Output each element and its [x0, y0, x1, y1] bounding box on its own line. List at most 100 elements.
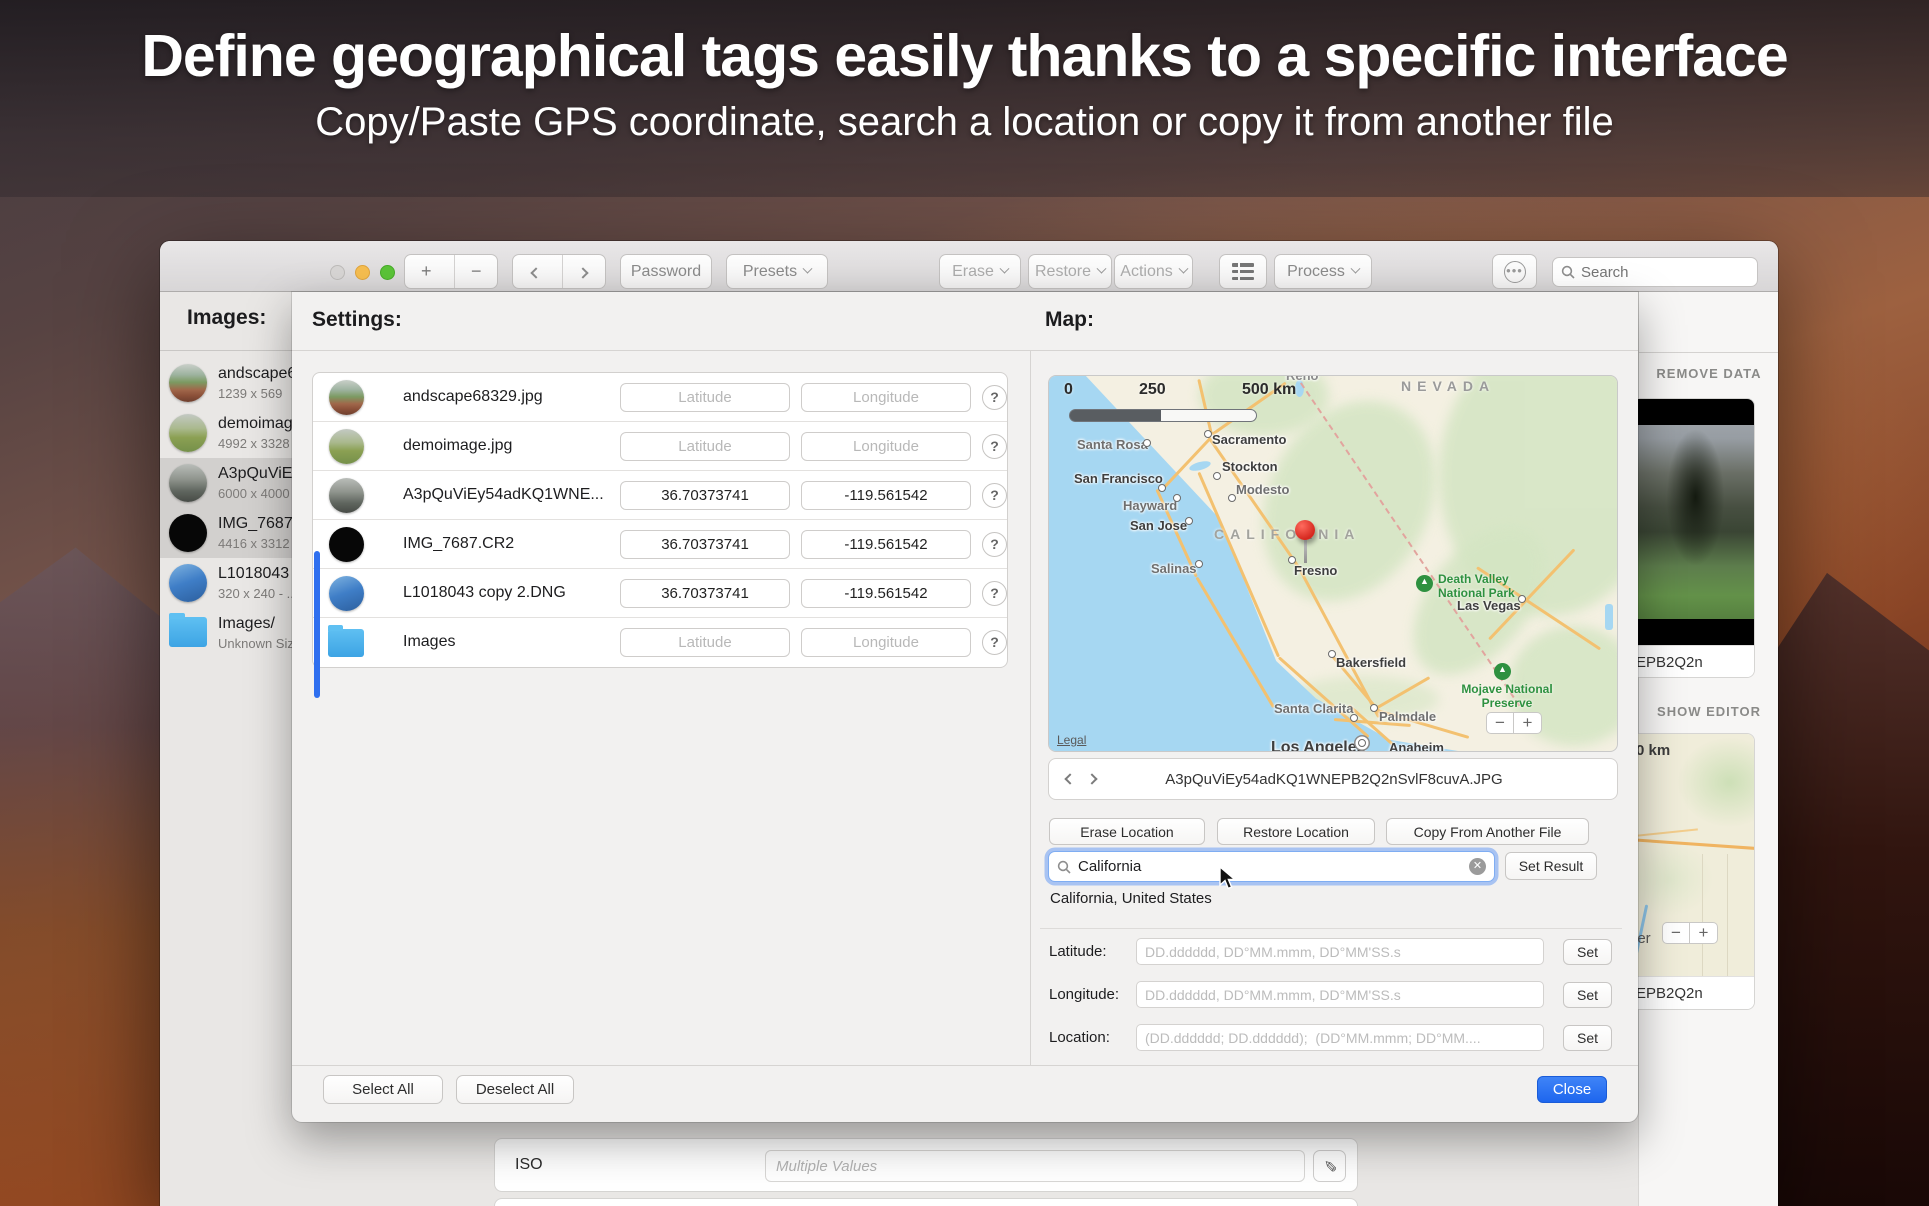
location-search-input[interactable]: [1078, 858, 1462, 875]
map-road: [1727, 854, 1728, 976]
list-icon: [1232, 263, 1254, 280]
sidebar-item-demoimage[interactable]: demoimage.jpg 4992 x 3328: [160, 408, 292, 458]
photo-preview: [1632, 399, 1754, 645]
chevron-down-icon: [1350, 264, 1360, 274]
forward-button[interactable]: [562, 255, 605, 288]
close-button[interactable]: Close: [1537, 1076, 1607, 1103]
zoom-in-button[interactable]: +: [1690, 922, 1718, 944]
divider: [160, 350, 292, 351]
table-row[interactable]: Images ?: [313, 618, 1007, 667]
divider: [292, 350, 1638, 351]
set-result-button[interactable]: Set Result: [1505, 852, 1597, 880]
clear-search-icon[interactable]: ✕: [1469, 858, 1486, 875]
select-all-button[interactable]: Select All: [323, 1075, 443, 1104]
files-table: andscape68329.jpg ? demoimage.jpg ? A3pQ…: [312, 372, 1008, 668]
map-view[interactable]: NEVADA CALIFORNIA Reno Santa Rosa Sacram…: [1048, 375, 1618, 752]
sidebar-item-img7687[interactable]: IMG_7687.CR2 4416 x 3312: [160, 508, 292, 558]
minimize-window-button[interactable]: [355, 265, 370, 280]
iso-input[interactable]: [765, 1150, 1305, 1182]
legal-link[interactable]: Legal: [1057, 733, 1086, 747]
zoom-window-button[interactable]: [380, 265, 395, 280]
more-options-button[interactable]: •••: [1492, 254, 1537, 289]
search-result-text[interactable]: California, United States: [1050, 890, 1212, 907]
table-row[interactable]: andscape68329.jpg ?: [313, 373, 1007, 422]
remove-files-button[interactable]: −: [454, 255, 497, 288]
add-files-button[interactable]: +: [405, 255, 447, 288]
city-dot: [1350, 714, 1358, 722]
longitude-entry-input[interactable]: [1136, 981, 1544, 1008]
help-button[interactable]: ?: [982, 385, 1007, 410]
metadata-list-button[interactable]: [1219, 254, 1267, 289]
password-button[interactable]: Password: [620, 254, 712, 289]
table-row[interactable]: L1018043 copy 2.DNG ?: [313, 569, 1007, 618]
iso-row: ISO: [494, 1138, 1358, 1192]
zoom-out-button[interactable]: −: [1662, 922, 1690, 944]
latitude-input[interactable]: [620, 628, 790, 657]
latitude-input[interactable]: [620, 432, 790, 461]
longitude-input[interactable]: [801, 628, 971, 657]
set-longitude-button[interactable]: Set: [1563, 982, 1612, 1008]
city-dot: [1204, 430, 1212, 438]
erase-location-button[interactable]: Erase Location: [1049, 818, 1205, 845]
close-window-button[interactable]: [330, 265, 345, 280]
location-pin[interactable]: [1295, 520, 1315, 566]
longitude-input[interactable]: [801, 432, 971, 461]
presets-dropdown[interactable]: Presets: [726, 254, 828, 289]
location-search-field[interactable]: ✕: [1048, 851, 1495, 882]
latitude-input[interactable]: [620, 383, 790, 412]
table-row[interactable]: A3pQuViEy54adKQ1WNE... ?: [313, 471, 1007, 520]
sidebar-item-l1018043[interactable]: L1018043 copy 2.DNG 320 x 240 - ...: [160, 558, 292, 608]
restore-location-button[interactable]: Restore Location: [1217, 818, 1375, 845]
back-button[interactable]: [513, 255, 555, 288]
copy-from-file-button[interactable]: Copy From Another File: [1386, 818, 1589, 845]
erase-dropdown[interactable]: Erase: [939, 254, 1021, 289]
help-button[interactable]: ?: [982, 532, 1007, 557]
sidebar-item-images-folder[interactable]: Images/ Unknown Size: [160, 608, 292, 658]
iso-label: ISO: [515, 1156, 543, 1174]
actions-dropdown[interactable]: Actions: [1114, 254, 1193, 289]
table-row[interactable]: demoimage.jpg ?: [313, 422, 1007, 471]
set-location-button[interactable]: Set: [1563, 1025, 1612, 1051]
longitude-input[interactable]: [801, 530, 971, 559]
map-zoom-controls: − +: [1486, 712, 1542, 734]
edit-icon[interactable]: [1313, 1150, 1346, 1182]
restore-dropdown[interactable]: Restore: [1028, 254, 1112, 289]
latitude-input[interactable]: [620, 579, 790, 608]
location-entry-input[interactable]: [1136, 1024, 1544, 1051]
map-scale-0: 0: [1064, 381, 1073, 399]
process-dropdown[interactable]: Process: [1274, 254, 1372, 289]
file-name: andscape68329.jpg: [403, 388, 543, 406]
latitude-entry-input[interactable]: [1136, 938, 1544, 965]
file-name: demoimage.jpg: [218, 415, 292, 433]
chevron-down-icon: [803, 264, 813, 274]
longitude-input[interactable]: [801, 481, 971, 510]
deselect-all-button[interactable]: Deselect All: [456, 1075, 574, 1104]
toolbar-search-field[interactable]: [1552, 257, 1758, 287]
photo-thumbnail: [329, 527, 364, 562]
remove-data-label[interactable]: REMOVE DATA: [1639, 366, 1778, 381]
map-preview[interactable]: 0 km ier − +: [1632, 734, 1754, 976]
latitude-input[interactable]: [620, 481, 790, 510]
latitude-input[interactable]: [620, 530, 790, 559]
help-button[interactable]: ?: [982, 483, 1007, 508]
ellipsis-icon: •••: [1504, 261, 1526, 283]
help-button[interactable]: ?: [982, 630, 1007, 655]
set-latitude-button[interactable]: Set: [1563, 939, 1612, 965]
show-editor-label[interactable]: SHOW EDITOR: [1639, 704, 1778, 719]
chevron-right-icon: [577, 267, 588, 278]
zoom-in-button[interactable]: +: [1514, 712, 1542, 734]
toolbar-search-input[interactable]: [1581, 264, 1749, 281]
map-lake: [1188, 459, 1211, 472]
map-zoom-controls: − +: [1662, 922, 1718, 944]
zoom-out-button[interactable]: −: [1486, 712, 1514, 734]
sidebar-item-landscape[interactable]: andscape68329.jpg 1239 x 569: [160, 358, 292, 408]
map-road: [1632, 828, 1698, 837]
current-filename: A3pQuViEy54adKQ1WNEPB2Q2nSvlF8cuvA.JPG: [1049, 771, 1619, 788]
city-label: Santa Rosa: [1077, 437, 1148, 452]
sidebar-item-a3pquvi[interactable]: A3pQuViEy54adKQ1W 6000 x 4000: [160, 458, 292, 508]
longitude-input[interactable]: [801, 383, 971, 412]
help-button[interactable]: ?: [982, 434, 1007, 459]
longitude-input[interactable]: [801, 579, 971, 608]
table-row[interactable]: IMG_7687.CR2 ?: [313, 520, 1007, 569]
help-button[interactable]: ?: [982, 581, 1007, 606]
